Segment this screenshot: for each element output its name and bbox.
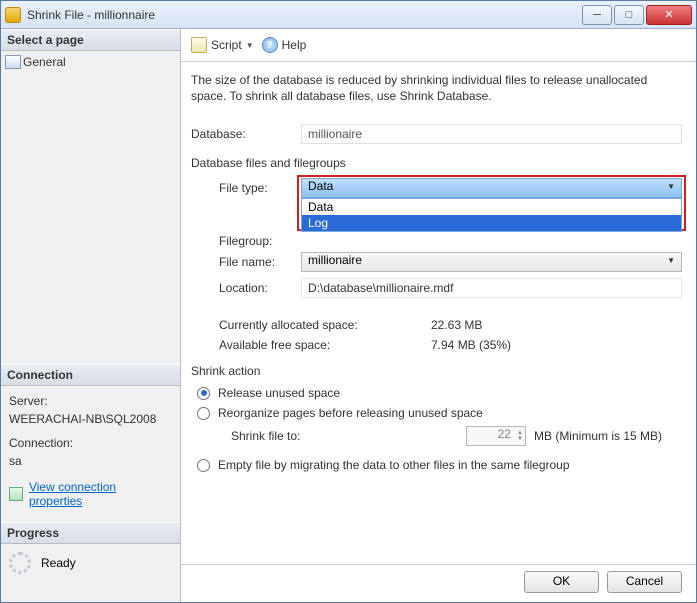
filename-combo[interactable]: millionaire [301,252,682,272]
database-icon [5,7,21,23]
script-label: Script [211,38,242,52]
titlebar[interactable]: Shrink File - millionnaire ─ □ ✕ [1,1,696,29]
location-label: Location: [219,281,301,295]
progress-state: Ready [41,556,76,570]
help-button[interactable]: ? Help [262,37,307,53]
allocated-label: Currently allocated space: [191,318,431,332]
filetype-combo[interactable]: Data Data Log [301,178,682,198]
shrink-to-hint: MB (Minimum is 15 MB) [534,429,662,443]
filetype-option-data[interactable]: Data [302,199,681,215]
files-group-label: Database files and filegroups [191,156,682,170]
radio-icon [197,407,210,420]
right-panel: Script ▼ ? Help The size of the database… [181,29,696,602]
intro-text: The size of the database is reduced by s… [191,72,682,104]
button-bar: OK Cancel [181,564,696,602]
window-title: Shrink File - millionnaire [27,8,580,22]
location-value: D:\database\millionaire.mdf [301,278,682,298]
shrink-to-label: Shrink file to: [191,429,301,443]
properties-icon [9,487,23,501]
minimize-button[interactable]: ─ [582,5,612,25]
server-value: WEERACHAI-NB\SQL2008 [9,410,172,428]
shrink-to-spinner[interactable]: 22 [466,426,526,446]
connection-header: Connection [1,364,180,386]
server-label: Server: [9,392,172,410]
radio-icon [197,387,210,400]
option-release-unused[interactable]: Release unused space [197,386,682,400]
cancel-button[interactable]: Cancel [607,571,682,593]
select-page-header: Select a page [1,29,180,51]
filetype-dropdown[interactable]: Data Log [301,198,682,232]
connection-label: Connection: [9,434,172,452]
option-reorganize[interactable]: Reorganize pages before releasing unused… [197,406,682,420]
close-button[interactable]: ✕ [646,5,692,25]
view-connection-properties-link[interactable]: View connection properties [29,480,172,508]
option-reorganize-label: Reorganize pages before releasing unused… [218,406,483,420]
script-button[interactable]: Script ▼ [191,37,254,53]
filegroup-label: Filegroup: [219,234,301,248]
filetype-label: File type: [219,181,301,195]
nav-item-general[interactable]: General [1,51,180,73]
allocated-value: 22.63 MB [431,318,682,332]
freespace-label: Available free space: [191,338,431,352]
help-icon: ? [262,37,278,53]
connection-value: sa [9,452,172,470]
database-label: Database: [191,127,301,141]
option-empty-label: Empty file by migrating the data to othe… [218,458,570,472]
option-release-label: Release unused space [218,386,340,400]
database-field: millionaire [301,124,682,144]
filename-label: File name: [219,255,301,269]
shrink-action-label: Shrink action [191,364,682,378]
script-icon [191,37,207,53]
maximize-button[interactable]: □ [614,5,644,25]
help-label: Help [282,38,307,52]
filetype-option-log[interactable]: Log [302,215,681,231]
option-empty-file[interactable]: Empty file by migrating the data to othe… [197,458,682,472]
progress-spinner-icon [9,552,31,574]
left-panel: Select a page General Connection Server:… [1,29,181,602]
shrink-file-dialog: Shrink File - millionnaire ─ □ ✕ Select … [0,0,697,603]
toolbar: Script ▼ ? Help [181,29,696,62]
radio-icon [197,459,210,472]
ok-button[interactable]: OK [524,571,599,593]
progress-header: Progress [1,522,180,544]
freespace-value: 7.94 MB (35%) [431,338,682,352]
chevron-down-icon: ▼ [246,41,254,50]
